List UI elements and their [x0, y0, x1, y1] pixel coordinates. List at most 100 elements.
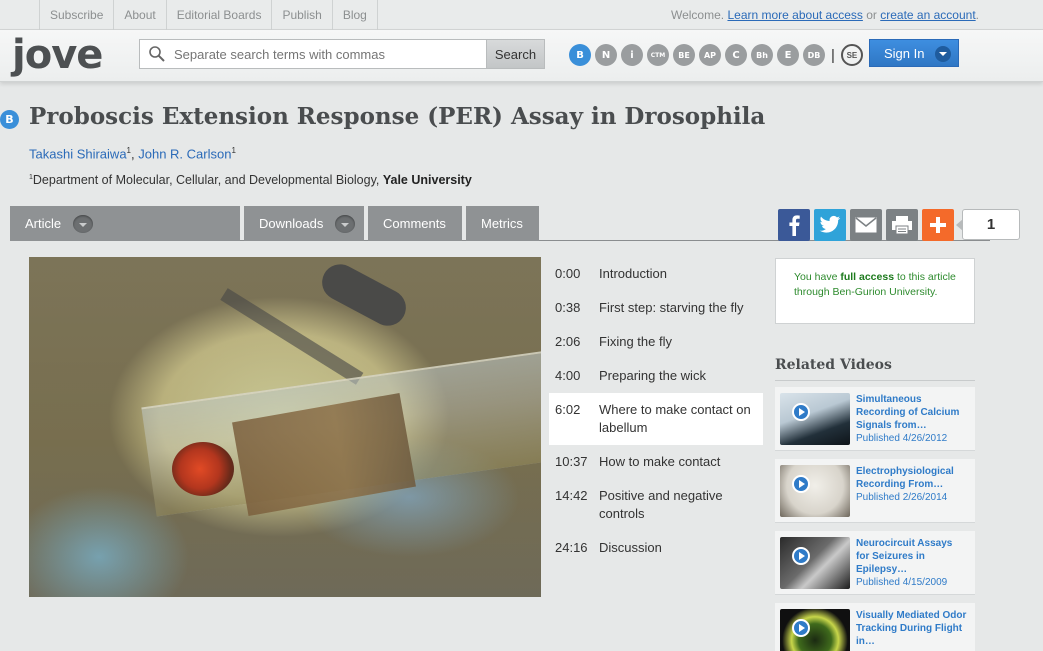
- facebook-share-button[interactable]: [778, 209, 810, 241]
- tab-article-label: Article: [25, 216, 62, 231]
- sign-in-button[interactable]: Sign In: [869, 39, 959, 67]
- section-clinical-icon[interactable]: CTM: [647, 44, 669, 66]
- nav-blog-link[interactable]: Blog: [333, 0, 378, 30]
- facebook-icon: [789, 215, 800, 236]
- video-frame-fly: [172, 442, 234, 496]
- tab-article[interactable]: Article: [10, 206, 240, 241]
- related-video-title[interactable]: Electrophysiological Recording From…: [856, 465, 968, 491]
- tab-comments[interactable]: Comments: [368, 206, 462, 241]
- science-education-icon[interactable]: SE: [840, 44, 863, 66]
- section-chemistry-icon[interactable]: C: [725, 44, 747, 66]
- search-box: Search: [139, 39, 545, 69]
- jove-logo[interactable]: jove: [12, 32, 104, 78]
- video-frame: [29, 257, 541, 597]
- chapter-item[interactable]: 24:16 Discussion: [549, 531, 763, 565]
- chapter-label: Fixing the fly: [599, 334, 672, 349]
- related-divider: [775, 380, 975, 381]
- chapter-item-active[interactable]: 6:02 Where to make contact on labellum: [549, 393, 763, 445]
- tab-metrics[interactable]: Metrics: [466, 206, 539, 241]
- chapter-label: How to make contact: [599, 454, 721, 469]
- section-biology-icon[interactable]: B: [569, 44, 591, 66]
- learn-more-link[interactable]: Learn more about access: [727, 8, 862, 22]
- header: jove Search B N i CTM BE AP C Bh E DB | …: [0, 30, 1043, 82]
- related-videos-heading: Related Videos: [775, 357, 892, 373]
- chapter-time: 14:42: [555, 488, 588, 503]
- plus-icon: [930, 217, 946, 233]
- twitter-icon: [819, 215, 841, 233]
- chapter-label: Discussion: [599, 540, 662, 555]
- related-video-thumbnail[interactable]: [780, 537, 850, 589]
- related-video-item[interactable]: Electrophysiological Recording From… Pub…: [775, 459, 975, 523]
- related-video-item[interactable]: Neurocircuit Assays for Seizures in Epil…: [775, 531, 975, 595]
- create-account-link[interactable]: create an account: [880, 8, 975, 22]
- nav-about-link[interactable]: About: [114, 0, 167, 30]
- search-button[interactable]: Search: [486, 40, 544, 68]
- play-icon[interactable]: [792, 547, 810, 565]
- or-text: or: [866, 8, 877, 22]
- email-share-button[interactable]: [850, 209, 882, 241]
- related-video-item[interactable]: Simultaneous Recording of Calcium Signal…: [775, 387, 975, 451]
- chapter-item[interactable]: 10:37 How to make contact: [549, 445, 763, 479]
- tab-downloads-label: Downloads: [259, 216, 324, 231]
- tab-downloads[interactable]: Downloads: [244, 206, 364, 241]
- print-icon: [892, 216, 912, 235]
- author-link[interactable]: Takashi Shiraiwa: [29, 146, 127, 161]
- play-icon[interactable]: [792, 403, 810, 421]
- chapter-item[interactable]: 0:38 First step: starving the fly: [549, 291, 763, 325]
- play-icon[interactable]: [792, 619, 810, 637]
- chapter-item[interactable]: 2:06 Fixing the fly: [549, 325, 763, 359]
- access-notice: You have full access to this article thr…: [775, 258, 975, 324]
- chapter-item[interactable]: 14:42 Positive and negative controls: [549, 479, 763, 531]
- chevron-down-icon[interactable]: [335, 215, 355, 233]
- related-video-thumbnail[interactable]: [780, 609, 850, 651]
- share-count: 1: [956, 209, 1020, 240]
- chevron-down-icon[interactable]: [73, 215, 93, 233]
- related-video-thumbnail[interactable]: [780, 393, 850, 445]
- chevron-down-icon[interactable]: [935, 46, 951, 62]
- chapter-time: 4:00: [555, 368, 581, 383]
- addthis-share-button[interactable]: [922, 209, 954, 241]
- chapter-item[interactable]: 4:00 Preparing the wick: [549, 359, 763, 393]
- nav-publish-link[interactable]: Publish: [272, 0, 333, 30]
- video-player[interactable]: [29, 257, 541, 597]
- search-input[interactable]: [174, 40, 486, 68]
- biology-section-badge: B: [0, 110, 19, 129]
- related-video-title[interactable]: Visually Mediated Odor Tracking During F…: [856, 609, 968, 648]
- section-behavior-icon[interactable]: Bh: [751, 44, 773, 66]
- nav-editorial-boards-link[interactable]: Editorial Boards: [167, 0, 273, 30]
- search-icon: [140, 40, 174, 68]
- print-button[interactable]: [886, 209, 918, 241]
- play-icon[interactable]: [792, 475, 810, 493]
- chapter-label: Preparing the wick: [599, 368, 706, 383]
- chapter-label: Introduction: [599, 266, 667, 281]
- section-immunology-icon[interactable]: i: [621, 44, 643, 66]
- twitter-share-button[interactable]: [814, 209, 846, 241]
- section-bioengineering-icon[interactable]: BE: [673, 44, 695, 66]
- author-link[interactable]: John R. Carlson: [138, 146, 231, 161]
- section-applied-physics-icon[interactable]: AP: [699, 44, 721, 66]
- related-video-title[interactable]: Simultaneous Recording of Calcium Signal…: [856, 393, 968, 432]
- author-list: Takashi Shiraiwa1, John R. Carlson1: [29, 146, 236, 161]
- related-video-item[interactable]: Visually Mediated Odor Tracking During F…: [775, 603, 975, 651]
- section-environment-icon[interactable]: E: [777, 44, 799, 66]
- chapter-time: 6:02: [555, 402, 581, 417]
- access-prefix: You have: [794, 271, 841, 283]
- affiliation-institution: Yale University: [382, 173, 472, 187]
- related-video-thumbnail[interactable]: [780, 465, 850, 517]
- access-level: full access: [840, 271, 895, 283]
- affiliation-department: Department of Molecular, Cellular, and D…: [32, 173, 383, 187]
- chapter-item[interactable]: 0:00 Introduction: [549, 257, 763, 291]
- nav-subscribe-link[interactable]: Subscribe: [40, 0, 115, 30]
- affiliation: 1Department of Molecular, Cellular, and …: [29, 173, 472, 187]
- share-bar: [778, 209, 954, 241]
- related-video-title[interactable]: Neurocircuit Assays for Seizures in Epil…: [856, 537, 968, 576]
- welcome-text: Welcome.: [670, 8, 725, 22]
- chapter-label: First step: starving the fly: [599, 300, 744, 315]
- chapter-time: 0:00: [555, 266, 581, 281]
- chapter-time: 10:37: [555, 454, 588, 469]
- section-developmental-biology-icon[interactable]: DB: [803, 44, 825, 66]
- related-video-date: Published 2/26/2014: [856, 492, 948, 503]
- chapter-label: Where to make contact on labellum: [599, 402, 751, 435]
- section-neuroscience-icon[interactable]: N: [595, 44, 617, 66]
- chapter-list: 0:00 Introduction 0:38 First step: starv…: [549, 257, 763, 565]
